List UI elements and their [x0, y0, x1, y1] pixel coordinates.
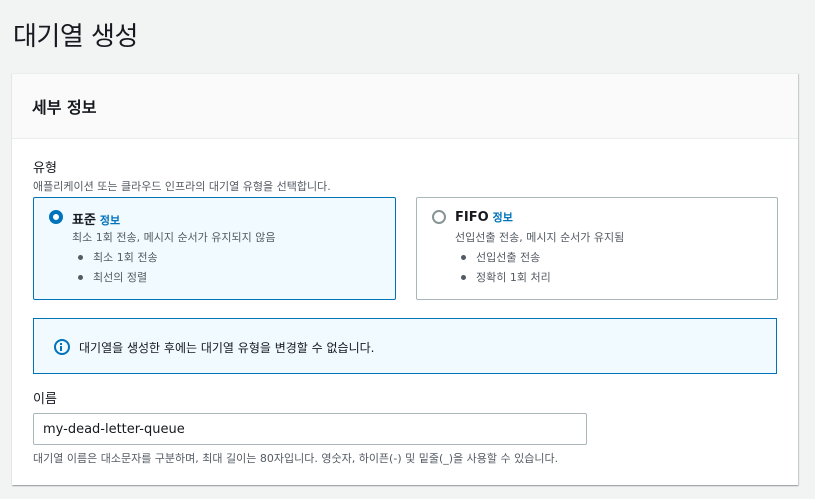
- fifo-bullet-1: 선입선출 전송: [461, 249, 540, 265]
- standard-bullet-1: 최소 1회 전송: [78, 249, 158, 265]
- standard-bullet-2: 최선의 정렬: [78, 269, 147, 285]
- fifo-radio[interactable]: [432, 210, 446, 224]
- bullet-dot-icon: [461, 254, 466, 260]
- panel-header: 세부 정보: [12, 74, 798, 139]
- details-panel: 세부 정보 유형 애플리케이션 또는 클라우드 인프라의 대기열 유형을 선택합…: [12, 73, 798, 485]
- page-title: 대기열 생성: [13, 22, 138, 52]
- queue-type-fifo-tile[interactable]: FIFO 정보 선입선출 전송, 메시지 순서가 유지됨 선입선출 전송 정확히 …: [416, 197, 778, 300]
- fifo-description: 선입선출 전송, 메시지 순서가 유지됨: [455, 231, 625, 244]
- standard-radio[interactable]: [49, 210, 63, 224]
- bullet-dot-icon: [78, 274, 83, 280]
- standard-title: 표준: [72, 213, 96, 228]
- name-label: 이름: [33, 392, 57, 407]
- info-icon: [54, 339, 70, 355]
- standard-title-row: 표준 정보: [72, 209, 120, 228]
- type-description: 애플리케이션 또는 클라우드 인프라의 대기열 유형을 선택합니다.: [33, 180, 331, 193]
- standard-description: 최소 1회 전송, 메시지 순서가 유지되지 않음: [72, 231, 276, 244]
- section-title: 세부 정보: [32, 98, 97, 117]
- queue-type-standard-tile[interactable]: 표준 정보 최소 1회 전송, 메시지 순서가 유지되지 않음 최소 1회 전송 …: [33, 197, 396, 300]
- standard-bullet-2-text: 최선의 정렬: [93, 271, 148, 284]
- info-alert: 대기열을 생성한 후에는 대기열 유형을 변경할 수 없습니다.: [33, 318, 777, 374]
- fifo-title: FIFO: [455, 210, 489, 225]
- bullet-dot-icon: [461, 274, 466, 280]
- fifo-title-row: FIFO 정보: [455, 209, 513, 225]
- alert-text: 대기열을 생성한 후에는 대기열 유형을 변경할 수 없습니다.: [79, 341, 375, 355]
- fifo-bullet-1-text: 선입선출 전송: [476, 251, 541, 264]
- name-description: 대기열 이름은 대소문자를 구분하며, 최대 길이는 80자입니다. 영숫자, …: [33, 452, 559, 465]
- fifo-info-link[interactable]: 정보: [493, 211, 513, 224]
- standard-bullet-1-text: 최소 1회 전송: [93, 251, 158, 264]
- fifo-bullet-2-text: 정확히 1회 처리: [476, 271, 551, 284]
- bullet-dot-icon: [78, 254, 83, 260]
- fifo-bullet-2: 정확히 1회 처리: [461, 269, 551, 285]
- queue-name-input[interactable]: [33, 413, 587, 445]
- standard-info-link[interactable]: 정보: [100, 214, 120, 227]
- type-label: 유형: [33, 161, 57, 176]
